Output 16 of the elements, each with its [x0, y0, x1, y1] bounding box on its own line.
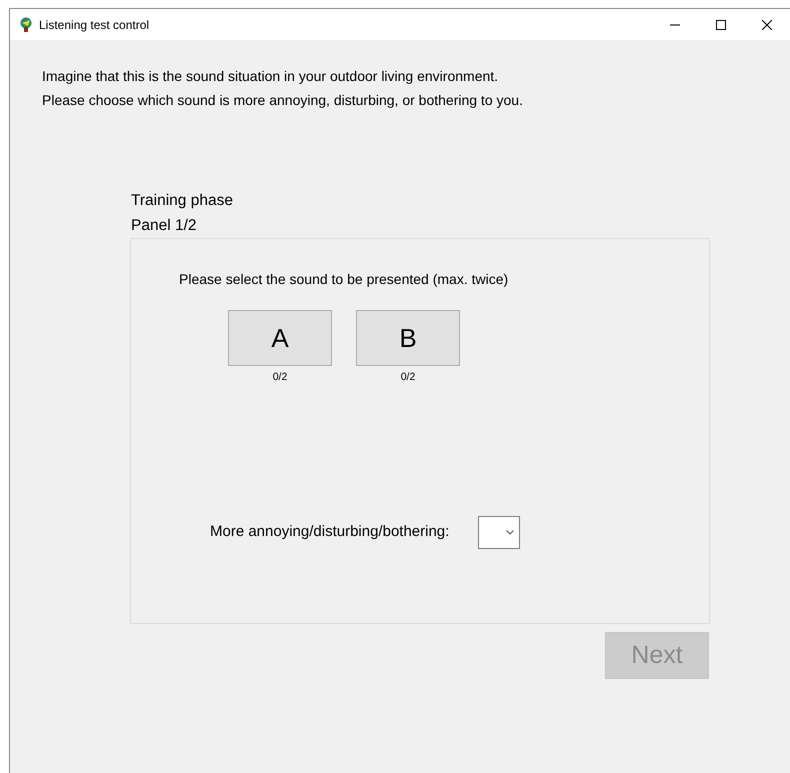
instruction-text: Imagine that this is the sound situation in your outdoor living environment.: [42, 67, 500, 86]
phase-label: Training phase: [131, 191, 234, 211]
play-count: 0/2: [400, 370, 416, 385]
caret-icon: [506, 530, 514, 535]
choice-dropdown[interactable]: [478, 516, 520, 549]
choice-label: More annoying/disturbing/bothering:: [210, 522, 450, 542]
panel-label: Panel 1/2: [131, 216, 198, 236]
sound-button[interactable]: A: [228, 310, 332, 366]
maximize-icon: [716, 20, 726, 30]
close-icon: [762, 20, 772, 30]
play-count: 0/2: [272, 370, 288, 385]
sound-button[interactable]: B: [356, 310, 460, 366]
window-title: Listening test control: [39, 16, 150, 34]
app-icon: [19, 16, 33, 32]
prompt-text: Please select the sound to be presented (max. twice): [179, 270, 510, 289]
instruction-text: Please choose which sound is more annoying, disturbing, or bothering to you.: [42, 91, 524, 110]
